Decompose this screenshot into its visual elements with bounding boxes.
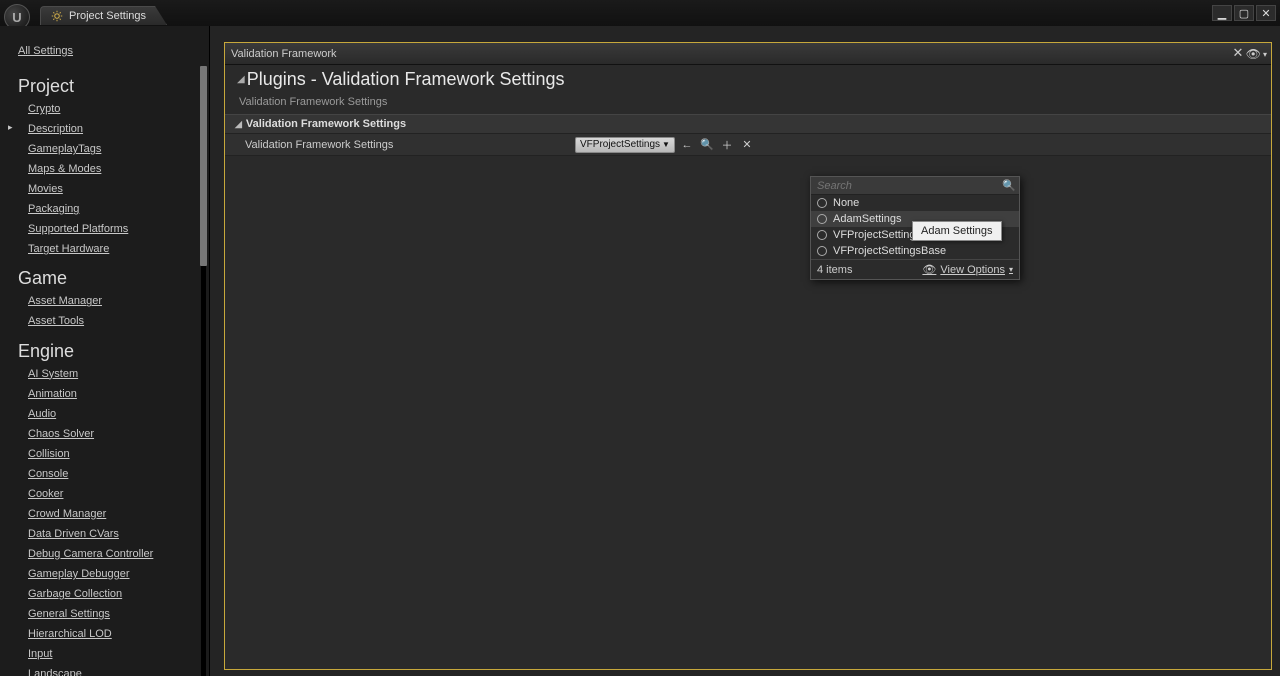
property-row: Validation Framework Settings VFProjectS… (225, 134, 1271, 156)
sidebar-item-data-driven-cvars[interactable]: Data Driven CVars (28, 526, 199, 543)
tooltip: Adam Settings (912, 221, 1002, 241)
sidebar-item-general-settings[interactable]: General Settings (28, 606, 199, 623)
dropdown-footer: 4 items 👁 View Options ▾ (811, 259, 1019, 279)
collapse-triangle-icon[interactable]: ◢ (237, 74, 245, 85)
sidebar-item-animation[interactable]: Animation (28, 386, 199, 403)
title-bar: ▁ ▢ ✕ (0, 0, 1280, 26)
window-minimize-button[interactable]: ▁ (1212, 5, 1232, 21)
dropdown-item-label: None (833, 197, 859, 209)
sidebar-item-ai-system[interactable]: AI System (28, 366, 199, 383)
sidebar-item-debug-camera-controller[interactable]: Debug Camera Controller (28, 546, 199, 563)
sidebar-all-settings[interactable]: All Settings (18, 43, 199, 60)
panel-header: Validation Framework ✕ 👁 ▾ (225, 43, 1271, 65)
dropdown-item-vfprojectsettingsbase[interactable]: VFProjectSettingsBase (811, 243, 1019, 259)
sidebar-item-audio[interactable]: Audio (28, 406, 199, 423)
eye-icon: 👁 (922, 263, 936, 276)
visibility-dropdown[interactable]: 👁 ▾ (1246, 47, 1267, 61)
plus-icon: ＋ (721, 137, 732, 153)
gear-icon (51, 10, 63, 22)
tooltip-text: Adam Settings (921, 225, 993, 237)
sidebar-item-input[interactable]: Input (28, 646, 199, 663)
dropdown-item-label: VFProjectSettings (833, 229, 921, 241)
document-tab-strip: Project Settings (40, 6, 167, 25)
window-close-button[interactable]: ✕ (1256, 5, 1276, 21)
panel-close-button[interactable]: ✕ (1231, 46, 1245, 60)
sidebar-item-cooker[interactable]: Cooker (28, 486, 199, 503)
sidebar-item-asset-tools[interactable]: Asset Tools (28, 313, 199, 330)
tab-label: Project Settings (69, 10, 146, 22)
sidebar-item-maps-modes[interactable]: Maps & Modes (28, 161, 199, 178)
page-title-text: Plugins - Validation Framework Settings (247, 69, 565, 90)
dropdown-search-input[interactable] (811, 177, 1019, 194)
sidebar-item-supported-platforms[interactable]: Supported Platforms (28, 221, 199, 238)
section-header-text: Validation Framework Settings (246, 118, 406, 130)
dropdown-item-label: VFProjectSettingsBase (833, 245, 946, 257)
chevron-down-icon: ▾ (1009, 265, 1013, 274)
sidebar-item-landscape[interactable]: Landscape (28, 666, 199, 676)
window-maximize-button[interactable]: ▢ (1234, 5, 1254, 21)
settings-sidebar: All Settings Project Crypto Description … (0, 26, 210, 676)
sidebar-item-console[interactable]: Console (28, 466, 199, 483)
sidebar-item-gameplay-debugger[interactable]: Gameplay Debugger (28, 566, 199, 583)
view-options-label: View Options (940, 264, 1005, 276)
add-button[interactable]: ＋ (719, 137, 735, 153)
search-icon: 🔍 (700, 138, 714, 151)
property-label: Validation Framework Settings (225, 139, 575, 151)
sidebar-item-description[interactable]: Description (28, 121, 199, 138)
sidebar-item-gameplaytags[interactable]: GameplayTags (28, 141, 199, 158)
dropdown-search-row: 🔍 (811, 177, 1019, 195)
sidebar-heading-engine: Engine (18, 341, 199, 362)
sidebar-scrollbar-thumb[interactable] (200, 66, 207, 266)
sidebar-item-collision[interactable]: Collision (28, 446, 199, 463)
sidebar-item-packaging[interactable]: Packaging (28, 201, 199, 218)
sidebar-item-chaos-solver[interactable]: Chaos Solver (28, 426, 199, 443)
browse-button[interactable]: 🔍 (699, 137, 715, 153)
search-icon: 🔍 (1002, 179, 1016, 192)
tab-project-settings[interactable]: Project Settings (40, 6, 167, 25)
radio-icon (817, 214, 827, 224)
page-subtitle: Validation Framework Settings (225, 92, 1271, 114)
sidebar-item-crypto[interactable]: Crypto (28, 101, 199, 118)
dropdown-item-label: AdamSettings (833, 213, 901, 225)
section-triangle-icon: ◢ (235, 119, 242, 130)
sidebar-item-asset-manager[interactable]: Asset Manager (28, 293, 199, 310)
panel-body: ◢ Plugins - Validation Framework Setting… (225, 65, 1271, 669)
eye-icon: 👁 (1246, 47, 1261, 61)
clear-button[interactable]: ✕ (739, 137, 755, 153)
sidebar-heading-project: Project (18, 76, 199, 97)
sidebar-item-crowd-manager[interactable]: Crowd Manager (28, 506, 199, 523)
sidebar-item-target-hardware[interactable]: Target Hardware (28, 241, 199, 258)
radio-icon (817, 246, 827, 256)
radio-icon (817, 198, 827, 208)
combo-value-text: VFProjectSettings (580, 139, 660, 150)
radio-icon (817, 230, 827, 240)
chevron-down-icon: ▾ (1263, 50, 1267, 59)
back-arrow-button[interactable]: ← (679, 137, 695, 153)
close-icon: ✕ (742, 138, 751, 151)
sidebar-item-hierarchical-lod[interactable]: Hierarchical LOD (28, 626, 199, 643)
dropdown-item-none[interactable]: None (811, 195, 1019, 211)
view-options-button[interactable]: 👁 View Options ▾ (922, 263, 1013, 276)
page-title: ◢ Plugins - Validation Framework Setting… (225, 65, 1271, 92)
chevron-down-icon: ▼ (662, 140, 670, 149)
class-picker-combo[interactable]: VFProjectSettings ▼ (575, 137, 675, 153)
sidebar-item-movies[interactable]: Movies (28, 181, 199, 198)
dropdown-count: 4 items (817, 264, 852, 276)
section-header[interactable]: ◢ Validation Framework Settings (225, 114, 1271, 134)
settings-panel: Validation Framework ✕ 👁 ▾ ◢ Plugins - V… (224, 42, 1272, 670)
property-value: VFProjectSettings ▼ ← 🔍 ＋ ✕ (575, 137, 755, 153)
content-area: Validation Framework ✕ 👁 ▾ ◢ Plugins - V… (210, 26, 1280, 676)
panel-header-title: Validation Framework (231, 48, 337, 60)
sidebar-item-garbage-collection[interactable]: Garbage Collection (28, 586, 199, 603)
sidebar-heading-game: Game (18, 268, 199, 289)
